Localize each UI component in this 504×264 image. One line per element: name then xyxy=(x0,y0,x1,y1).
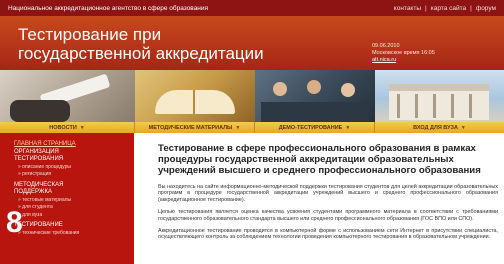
header-site-link[interactable]: att.nica.ru xyxy=(372,57,435,64)
top-links: контакты | карта сайта | форум xyxy=(394,5,496,12)
banner-photo-book xyxy=(135,70,255,122)
header-date: 09.06.2010 xyxy=(372,43,400,49)
sidebar-methodical-line2: ПОДДЕРЖКА xyxy=(14,189,52,195)
sidebar-badge-number: 8 xyxy=(6,206,23,239)
sidebar-subitem-for-university[interactable]: для вуза xyxy=(14,212,134,220)
sidebar-subitem-tech-requirements[interactable]: технические требования xyxy=(14,230,134,238)
header-time: Московское время 16:05 xyxy=(372,50,435,56)
nav-university-login[interactable]: ВХОД ДЛЯ ВУЗА ▼ xyxy=(375,122,504,133)
top-bar: Национальное аккредитационное агентство … xyxy=(0,0,504,16)
chevron-down-icon: ▼ xyxy=(235,124,241,131)
content-paragraph-method: Аккредитационное тестирование проводится… xyxy=(158,228,498,241)
sidebar-subitem-registration[interactable]: регистрация xyxy=(14,171,134,179)
top-link-separator: | xyxy=(470,4,472,12)
nav-methodical-label: МЕТОДИЧЕСКИЕ МАТЕРИАЛЫ xyxy=(148,124,233,131)
nav-methodical[interactable]: МЕТОДИЧЕСКИЕ МАТЕРИАЛЫ ▼ xyxy=(135,122,255,133)
banner-photo-students xyxy=(255,70,375,122)
page-heading: Тестирование в сфере профессионального о… xyxy=(158,143,481,176)
sidebar-item-methodical-support[interactable]: МЕТОДИЧЕСКАЯ ПОДДЕРЖКА xyxy=(14,182,134,197)
banner-photo-hands xyxy=(0,70,135,122)
chevron-down-icon: ▼ xyxy=(345,124,351,131)
chevron-down-icon: ▼ xyxy=(460,124,466,131)
site-title[interactable]: Тестирование при государственной аккреди… xyxy=(18,25,264,63)
nav-university-login-label: ВХОД ДЛЯ ВУЗА xyxy=(413,124,458,131)
sidebar-item-organization[interactable]: ОРГАНИЗАЦИЯ ТЕСТИРОВАНИЯ xyxy=(14,149,134,164)
top-link-separator: | xyxy=(425,4,427,12)
sidebar-subitem-for-student[interactable]: для студента xyxy=(14,204,134,212)
nav-news[interactable]: НОВОСТИ ▼ xyxy=(0,122,135,133)
top-link-contacts[interactable]: контакты xyxy=(394,5,421,12)
site-header: Тестирование при государственной аккреди… xyxy=(0,16,504,70)
top-link-sitemap[interactable]: карта сайта xyxy=(431,5,466,12)
sidebar-item-home[interactable]: ГЛАВНАЯ СТРАНИЦА xyxy=(14,141,134,149)
header-meta: 09.06.2010 Московское время 16:05 att.ni… xyxy=(372,43,435,64)
site-title-line1: Тестирование при xyxy=(18,25,162,44)
nav-news-label: НОВОСТИ xyxy=(49,124,77,131)
top-link-forum[interactable]: форум xyxy=(476,5,496,12)
header-banner xyxy=(0,70,504,122)
sidebar-item-testing[interactable]: ТЕСТИРОВАНИЕ xyxy=(14,222,134,230)
nav-demo-testing-label: ДЕМО-ТЕСТИРОВАНИЕ xyxy=(278,124,343,131)
sidebar-organization-line2: ТЕСТИРОВАНИЯ xyxy=(14,156,64,162)
content-paragraph-intro: Вы находитесь на сайте информационно-мет… xyxy=(158,184,498,203)
content-paragraph-goal: Целью тестирования является оценка качес… xyxy=(158,209,498,222)
sidebar-subitem-test-materials[interactable]: тестовые материалы xyxy=(14,197,134,205)
sidebar-menu: ГЛАВНАЯ СТРАНИЦА ОРГАНИЗАЦИЯ ТЕСТИРОВАНИ… xyxy=(0,133,134,264)
sidebar-subitem-procedure[interactable]: описание процедуры xyxy=(14,164,134,172)
banner-photo-building xyxy=(375,70,504,122)
nav-demo-testing[interactable]: ДЕМО-ТЕСТИРОВАНИЕ ▼ xyxy=(255,122,375,133)
site-title-line2: государственной аккредитации xyxy=(18,44,264,63)
sidebar-methodical-line1: МЕТОДИЧЕСКАЯ xyxy=(14,181,64,188)
main-content: Тестирование в сфере профессионального о… xyxy=(134,133,504,264)
sidebar-organization-line1: ОРГАНИЗАЦИЯ xyxy=(14,148,59,155)
chevron-down-icon: ▼ xyxy=(79,124,85,131)
main-nav: НОВОСТИ ▼ МЕТОДИЧЕСКИЕ МАТЕРИАЛЫ ▼ ДЕМО-… xyxy=(0,122,504,133)
agency-name: Национальное аккредитационное агентство … xyxy=(8,4,209,12)
